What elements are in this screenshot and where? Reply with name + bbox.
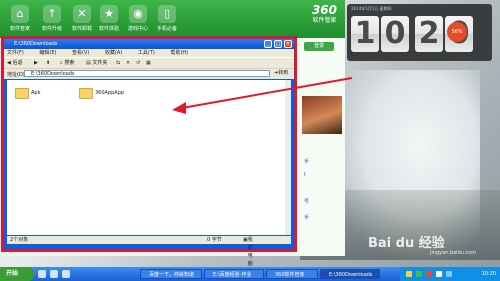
watermark-url: jingyan.baidu.com — [430, 250, 477, 256]
volume-icon[interactable] — [446, 271, 452, 277]
watermark-logo: Bai du 经验 — [368, 236, 445, 251]
quicklaunch-icon[interactable] — [38, 270, 46, 278]
start-button[interactable]: 开始 — [0, 267, 34, 281]
task-button-active[interactable]: E:\360Downloads — [320, 269, 380, 279]
task-button[interactable]: E:\百度经验-作业 — [204, 269, 264, 279]
tray-clock[interactable]: 10:20 — [482, 267, 496, 281]
task-button[interactable]: 360软件管家 — [266, 269, 318, 279]
task-button[interactable]: 百度一下，你就知道 — [140, 269, 202, 279]
tray-icon[interactable] — [406, 271, 412, 277]
quicklaunch-icon[interactable] — [62, 270, 70, 278]
tray-icon[interactable] — [436, 271, 442, 277]
system-tray: 10:20 — [400, 267, 500, 281]
taskbar: 开始 百度一下，你就知道 E:\百度经验-作业 360软件管家 E:\360Do… — [0, 267, 500, 281]
tray-icon[interactable] — [426, 271, 432, 277]
quicklaunch-icon[interactable] — [50, 270, 58, 278]
tray-icon[interactable] — [416, 271, 422, 277]
